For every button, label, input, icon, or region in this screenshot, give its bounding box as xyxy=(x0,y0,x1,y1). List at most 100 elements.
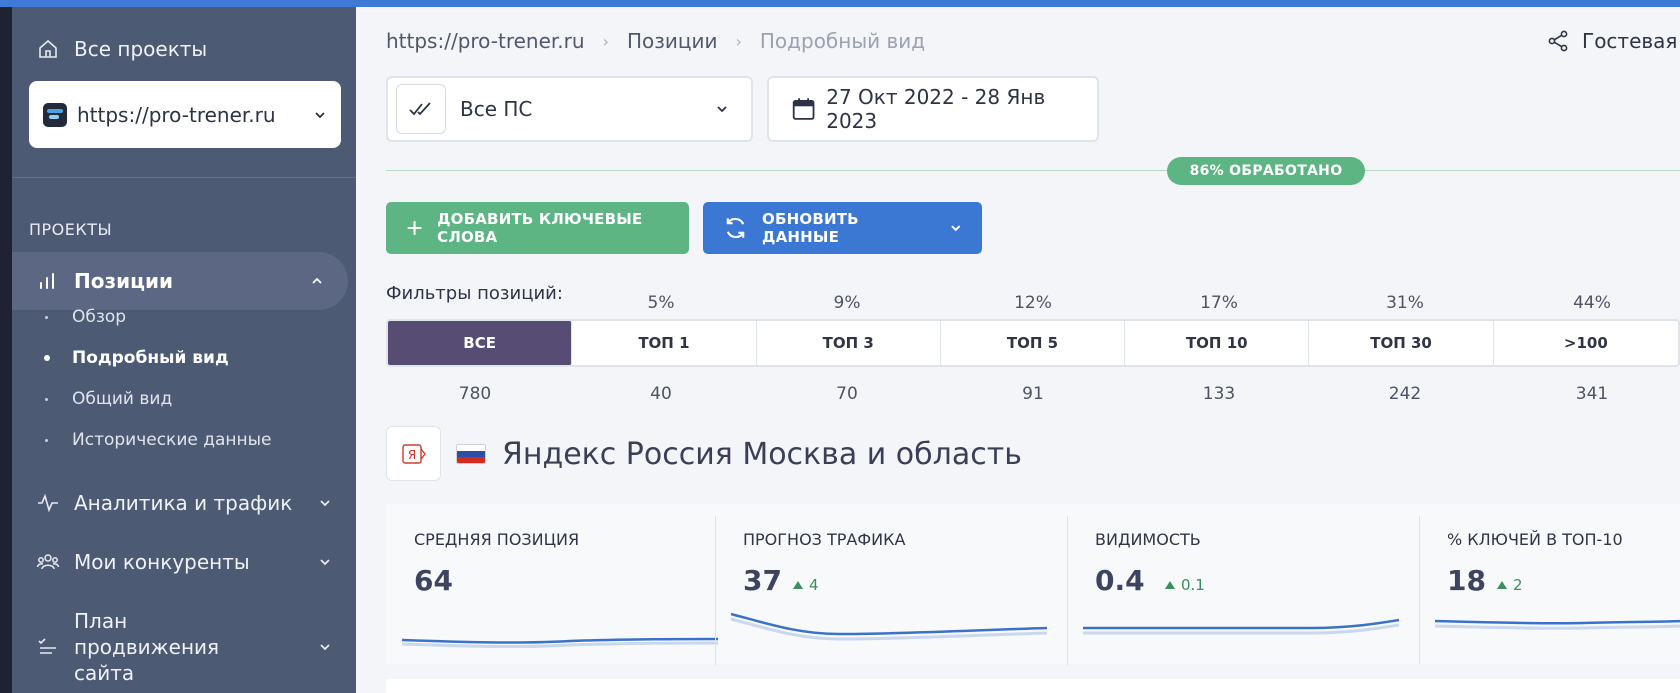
metrics-panel: СРЕДНЯЯ ПОЗИЦИЯ 64 ПРОГНОЗ ТРАФИКА 37 4 … xyxy=(386,504,1680,666)
sidebar-item-label: План продвижения сайта xyxy=(74,609,220,685)
filter-percent: 17% xyxy=(1200,293,1238,313)
sidebar-subitem-label: Подробный вид xyxy=(72,348,229,368)
processing-progress-line xyxy=(386,170,1680,171)
metric-divider xyxy=(715,516,716,666)
breadcrumb-item-current: Подробный вид xyxy=(759,29,926,53)
sidebar-item-label: Мои конкуренты xyxy=(74,550,250,574)
filter-count: 40 xyxy=(650,384,672,404)
metric-sparkline xyxy=(730,612,1048,641)
metric-delta-value: 0.1 xyxy=(1181,576,1205,594)
metric-delta: 0.1 xyxy=(1165,576,1205,594)
sidebar-subitem-label: Общий вид xyxy=(72,389,173,409)
update-data-button[interactable]: ОБНОВИТЬ ДАННЫЕ xyxy=(703,202,982,254)
filter-percent: 44% xyxy=(1573,293,1611,313)
filter-percent: 5% xyxy=(647,293,675,313)
sidebar-subitem-label: Исторические данные xyxy=(72,430,272,450)
sidebar-subitem-general-view[interactable]: Общий вид xyxy=(45,389,172,409)
chevron-up-icon xyxy=(312,277,322,284)
bullet-icon xyxy=(45,397,48,401)
yandex-icon[interactable]: Я xyxy=(386,426,441,481)
metric-sparkline xyxy=(401,637,719,649)
metric-label: СРЕДНЯЯ ПОЗИЦИЯ xyxy=(414,530,580,549)
filter-count: 341 xyxy=(1575,384,1609,404)
filter-tab-top5[interactable]: ТОП 5 xyxy=(941,321,1126,365)
metric-top10-share: % КЛЮЧЕЙ В ТОП-10 18 2 xyxy=(1419,504,1680,664)
arrow-up-icon xyxy=(793,581,803,589)
refresh-icon xyxy=(726,217,745,239)
metric-value: 64 xyxy=(414,564,453,597)
project-select-value: https://pro-trener.ru xyxy=(77,102,276,127)
russia-flag-icon xyxy=(456,444,486,464)
filter-tab-top30[interactable]: ТОП 30 xyxy=(1309,321,1494,365)
all-projects-label: Все проекты xyxy=(74,37,208,61)
search-engine-select[interactable]: Все ПС xyxy=(386,76,753,142)
bullet-icon xyxy=(45,315,48,319)
breadcrumb: https://pro-trener.ru › Позиции › Подроб… xyxy=(386,29,925,53)
breadcrumb-item-positions[interactable]: Позиции xyxy=(627,29,718,53)
sidebar-section-title: ПРОЕКТЫ xyxy=(29,220,113,239)
chevron-down-icon xyxy=(717,106,727,113)
metric-sparkline xyxy=(1083,618,1400,635)
filter-tab-all[interactable]: ВСЕ xyxy=(388,321,573,365)
filter-percent: 12% xyxy=(1014,293,1052,313)
bullet-icon xyxy=(44,355,50,361)
position-filter-tabs: ВСЕ ТОП 1 ТОП 3 ТОП 5 ТОП 10 ТОП 30 >100 xyxy=(386,319,1680,367)
filter-count: 70 xyxy=(836,384,858,404)
project-select[interactable]: https://pro-trener.ru xyxy=(29,81,341,148)
checklist-icon xyxy=(38,638,56,654)
metric-value: 0.4 xyxy=(1095,564,1145,597)
filter-tab-top1[interactable]: ТОП 1 xyxy=(572,321,757,365)
sidebar-item-promotion-plan[interactable]: План продвижения сайта xyxy=(36,608,332,686)
metric-divider xyxy=(1419,516,1420,664)
metric-avg-position: СРЕДНЯЯ ПОЗИЦИЯ 64 xyxy=(386,504,719,664)
breadcrumb-item-project[interactable]: https://pro-trener.ru xyxy=(386,29,585,53)
guest-access-link[interactable]: Гостевая с xyxy=(1546,29,1680,53)
project-favicon-icon xyxy=(43,102,67,127)
metric-value: 37 xyxy=(743,564,782,597)
sidebar-subitem-overview[interactable]: Обзор xyxy=(45,307,126,327)
metric-label: ПРОГНОЗ ТРАФИКА xyxy=(743,530,906,549)
top-accent-bar xyxy=(0,0,1680,7)
main-content: https://pro-trener.ru › Позиции › Подроб… xyxy=(356,7,1680,693)
svg-text:Я: Я xyxy=(407,448,415,462)
region-title: Яндекс Россия Москва и область xyxy=(502,437,1022,472)
sidebar-subitem-label: Обзор xyxy=(72,307,127,327)
metric-delta: 2 xyxy=(1497,576,1523,594)
chevron-right-icon: › xyxy=(735,31,742,51)
sidebar-subitem-historical-data[interactable]: Исторические данные xyxy=(45,430,272,450)
calendar-icon xyxy=(792,98,815,120)
sidebar-item-positions[interactable]: Позиции xyxy=(12,252,348,310)
plus-icon xyxy=(407,221,422,235)
metric-delta-value: 4 xyxy=(809,576,819,594)
add-keywords-button[interactable]: ДОБАВИТЬ КЛЮЧЕВЫЕ СЛОВА xyxy=(386,202,689,254)
sidebar-item-analytics[interactable]: Аналитика и трафик xyxy=(36,491,332,515)
date-range-value: 27 Окт 2022 - 28 Янв 2023 xyxy=(826,85,1046,133)
filter-count: 133 xyxy=(1202,384,1236,404)
search-engine-select-value: Все ПС xyxy=(460,97,533,121)
filter-count: 242 xyxy=(1388,384,1422,404)
chevron-down-icon xyxy=(315,111,325,118)
metric-traffic-forecast: ПРОГНОЗ ТРАФИКА 37 4 xyxy=(715,504,1067,666)
sidebar-divider xyxy=(12,177,356,178)
sidebar-item-competitors[interactable]: Мои конкуренты xyxy=(36,550,332,574)
filter-tab-top10[interactable]: ТОП 10 xyxy=(1125,321,1310,365)
metric-label: ВИДИМОСТЬ xyxy=(1095,530,1201,549)
filter-count: 91 xyxy=(1022,384,1044,404)
pulse-icon xyxy=(38,493,58,513)
date-range-picker[interactable]: 27 Окт 2022 - 28 Янв 2023 xyxy=(767,76,1099,142)
processing-progress-badge: 86% ОБРАБОТАНО xyxy=(1167,157,1365,185)
metric-delta-value: 2 xyxy=(1513,576,1523,594)
home-icon xyxy=(39,39,57,58)
sidebar-subitem-detailed-view[interactable]: Подробный вид xyxy=(44,348,229,368)
filter-tab-top3[interactable]: ТОП 3 xyxy=(757,321,941,365)
sidebar-item-positions-label: Позиции xyxy=(74,269,173,293)
filter-tab-over100[interactable]: >100 xyxy=(1494,321,1678,365)
arrow-up-icon xyxy=(1497,581,1507,589)
chevron-down-icon xyxy=(320,559,330,566)
all-projects-link[interactable]: Все проекты xyxy=(36,37,207,61)
sidebar-item-label: Аналитика и трафик xyxy=(74,491,293,515)
filter-percent: 9% xyxy=(833,293,861,313)
arrow-up-icon xyxy=(1165,581,1175,589)
bullet-icon xyxy=(45,438,48,442)
metric-divider xyxy=(1067,516,1068,666)
